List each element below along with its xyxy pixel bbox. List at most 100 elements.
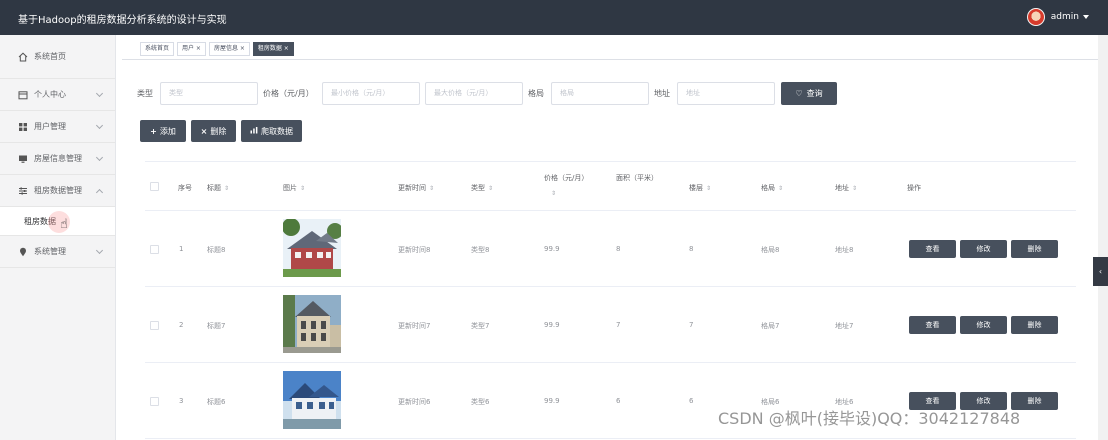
delete-button[interactable]: × 删除	[191, 120, 236, 142]
close-icon: ×	[200, 126, 208, 136]
query-button-label: 查询	[806, 89, 823, 98]
sidebar-item-label: 房屋信息管理	[34, 154, 82, 163]
header-floor[interactable]: 楼层 ⇕	[689, 183, 711, 193]
chevron-down-icon[interactable]	[1083, 15, 1089, 19]
crawl-data-button[interactable]: 爬取数据	[241, 120, 302, 142]
price-label: 价格（元/月）	[263, 89, 314, 98]
header-image[interactable]: 图片 ⇕	[283, 183, 305, 193]
header-title[interactable]: 标题 ⇕	[207, 183, 229, 193]
submenu-item-rent-data[interactable]: 租房数据 ☝	[0, 207, 115, 236]
cell-address: 地址7	[835, 322, 854, 330]
hand-cursor-icon: ☝	[60, 217, 68, 232]
select-all-checkbox[interactable]	[150, 182, 159, 191]
query-button[interactable]: ♡ 查询	[781, 82, 837, 105]
sort-icon: ⇕	[429, 185, 435, 192]
cell-area: 8	[616, 245, 621, 253]
calendar-icon	[18, 90, 28, 100]
view-button[interactable]: 查看	[909, 240, 956, 258]
grid-icon	[18, 122, 28, 132]
view-button[interactable]: 查看	[909, 316, 956, 334]
house-thumbnail[interactable]	[283, 219, 341, 277]
cell-price: 99.9	[544, 321, 560, 329]
address-input[interactable]: 地址	[677, 82, 775, 105]
header-update-time[interactable]: 更新时间 ⇕	[398, 183, 434, 193]
crawl-button-label: 爬取数据	[261, 126, 293, 136]
cell-price: 99.9	[544, 245, 560, 253]
cell-update-time: 更新时间6	[398, 398, 431, 406]
header-operation: 操作	[907, 184, 921, 192]
min-price-input[interactable]: 最小价格（元/月）	[322, 82, 420, 105]
row-checkbox[interactable]	[150, 321, 159, 330]
cell-area: 7	[616, 321, 621, 329]
layout-label: 格局	[528, 89, 544, 98]
header-type[interactable]: 类型 ⇕	[471, 183, 493, 193]
chevron-down-icon	[95, 246, 104, 255]
header-layout[interactable]: 格局 ⇕	[761, 183, 783, 193]
sort-icon[interactable]: ⇕	[548, 189, 556, 197]
user-menu[interactable]: admin	[1026, 8, 1089, 26]
table-header: 序号 标题 ⇕ 图片 ⇕ 更新时间 ⇕ 类型 ⇕ 价格（元/月） ⇕ 面积（平米） 楼层…	[145, 162, 1076, 211]
username[interactable]: admin	[1051, 12, 1079, 22]
cell-type: 类型8	[471, 246, 490, 254]
sort-icon: ⇕	[224, 185, 230, 192]
delete-row-button[interactable]: 删除	[1011, 240, 1058, 258]
sidebar-item-home[interactable]: 系统首页	[0, 35, 115, 79]
cell-title: 标题8	[207, 246, 226, 254]
chevron-left-icon[interactable]: ‹	[1093, 257, 1108, 286]
cell-type: 类型7	[471, 322, 490, 330]
row-checkbox[interactable]	[150, 397, 159, 406]
delete-row-button[interactable]: 删除	[1011, 316, 1058, 334]
search-form: 类型 类型 价格（元/月） 最小价格（元/月） 最大价格（元/月） 格局 格局 …	[137, 82, 847, 105]
tab-home[interactable]: 系统首页	[140, 42, 175, 56]
sidebar-item-label: 用户管理	[34, 122, 66, 131]
type-label: 类型	[137, 89, 153, 98]
cell-update-time: 更新时间8	[398, 246, 431, 254]
sidebar-item-rent-data[interactable]: 租房数据管理	[0, 175, 115, 207]
sort-icon: ⇕	[300, 185, 306, 192]
type-input[interactable]: 类型	[160, 82, 258, 105]
cell-price: 99.9	[544, 397, 560, 405]
tab-divider	[122, 59, 1098, 60]
sort-icon: ⇕	[852, 185, 858, 192]
max-price-input[interactable]: 最大价格（元/月）	[425, 82, 523, 105]
add-button[interactable]: + 添加	[140, 120, 186, 142]
header-price[interactable]: 价格（元/月）	[544, 173, 588, 183]
sidebar-item-system[interactable]: 系统管理	[0, 236, 115, 268]
sidebar: 系统首页 个人中心 用户管理 房屋信息管理 租房数据管理 租房数据 ☝ 系统管理	[0, 35, 116, 440]
sidebar-item-label: 租房数据管理	[34, 186, 82, 195]
layout-input[interactable]: 格局	[551, 82, 649, 105]
house-thumbnail[interactable]	[283, 371, 341, 429]
sidebar-item-users[interactable]: 用户管理	[0, 111, 115, 143]
row-checkbox[interactable]	[150, 245, 159, 254]
edit-button[interactable]: 修改	[960, 240, 1007, 258]
chevron-up-icon	[95, 188, 104, 197]
sidebar-item-profile[interactable]: 个人中心	[0, 79, 115, 111]
cell-title: 标题6	[207, 398, 226, 406]
sliders-icon	[18, 186, 28, 196]
cell-layout: 格局7	[761, 322, 780, 330]
tab-house-info[interactable]: 房屋信息 ×	[208, 42, 250, 56]
cell-floor: 8	[689, 245, 694, 253]
monitor-icon	[18, 154, 28, 164]
cell-title: 标题7	[207, 322, 226, 330]
cell-index: 3	[179, 397, 184, 405]
house-thumbnail[interactable]	[283, 295, 341, 353]
chart-icon	[250, 126, 258, 136]
cell-layout: 格局8	[761, 246, 780, 254]
sidebar-item-label: 系统首页	[34, 52, 66, 61]
tab-rent-data[interactable]: 租房数据 ×	[252, 42, 294, 56]
toolbar: + 添加 × 删除 爬取数据	[140, 120, 307, 142]
location-pin-icon	[18, 247, 28, 257]
cell-area: 6	[616, 397, 621, 405]
sidebar-item-house-info[interactable]: 房屋信息管理	[0, 143, 115, 175]
avatar[interactable]	[1026, 8, 1045, 26]
sidebar-item-label: 个人中心	[34, 90, 66, 99]
header-address[interactable]: 地址 ⇕	[835, 183, 857, 193]
tab-users[interactable]: 用户 ×	[177, 42, 206, 56]
chevron-down-icon	[95, 121, 104, 130]
header-index: 序号	[178, 184, 192, 192]
header-area[interactable]: 面积（平米）	[616, 173, 658, 183]
address-label: 地址	[654, 89, 670, 98]
page-scrollbar[interactable]	[1098, 35, 1108, 440]
edit-button[interactable]: 修改	[960, 316, 1007, 334]
